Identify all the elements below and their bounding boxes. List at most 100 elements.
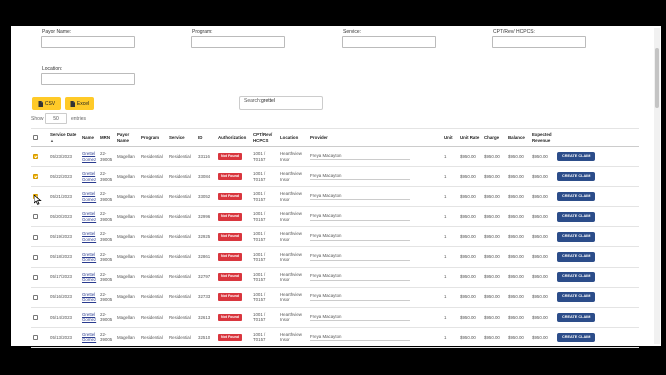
program-cell: Residential	[139, 226, 167, 248]
col-program[interactable]: Program	[139, 128, 167, 147]
create-claim-button[interactable]: CREATE CLAIM	[557, 272, 596, 282]
expected-revenue-cell: $950.00	[530, 246, 555, 268]
select-all-checkbox[interactable]	[33, 135, 38, 141]
patient-name-link[interactable]: Grettel Gomez	[82, 252, 96, 263]
payor-name-input[interactable]	[41, 36, 135, 48]
patient-name-link[interactable]: Grettel Gomez	[82, 151, 96, 162]
create-claim-button[interactable]: CREATE CLAIM	[557, 191, 596, 202]
patient-name-link[interactable]: Grettel Gomez	[82, 272, 96, 283]
authorization-badge: Not Found	[218, 273, 242, 281]
provider-cell: Freya Macayton	[308, 226, 442, 248]
unit-rate-cell: $950.00	[460, 254, 476, 260]
create-claim-button[interactable]: CREATE CLAIM	[557, 292, 596, 302]
col-balance[interactable]: Balance	[506, 128, 530, 147]
patient-name-link[interactable]: Grettel Gomez	[82, 211, 96, 222]
location-input[interactable]	[41, 73, 135, 85]
row-action-cell: CREATE CLAIM	[555, 166, 639, 188]
create-claim-button[interactable]: CREATE CLAIM	[557, 312, 596, 323]
col-name[interactable]: Name	[80, 128, 98, 147]
service-date-cell: 05/23/2023	[50, 153, 72, 159]
location-cell: Hearthview Insor	[278, 226, 308, 248]
col-location[interactable]: Location	[278, 128, 308, 147]
patient-name-link[interactable]: Grettel Gomez	[82, 332, 96, 343]
id-cell: 32510	[198, 334, 211, 340]
unit-rate-cell: $950.00	[458, 166, 482, 188]
mrn-cell: 22-39005	[100, 271, 113, 283]
select-all-header[interactable]	[31, 128, 48, 147]
balance-cell: $950.00	[506, 226, 530, 248]
col-unit-rate[interactable]: Unit Rate	[458, 128, 482, 147]
expected-revenue-cell: $950.00	[530, 186, 555, 208]
row-select-cell[interactable]	[31, 166, 48, 188]
patient-name-link[interactable]: Grettel Gomez	[82, 231, 96, 242]
row-checkbox[interactable]	[33, 154, 38, 160]
service-cell: Residential	[169, 314, 191, 320]
patient-name-cell: Grettel Gomez	[80, 186, 98, 208]
row-checkbox[interactable]	[33, 214, 38, 220]
page-size-select[interactable]: 50	[45, 113, 67, 124]
patient-name-link[interactable]: Grettel Gomez	[82, 292, 96, 303]
create-claim-button[interactable]: CREATE CLAIM	[557, 252, 596, 262]
row-select-cell[interactable]	[31, 145, 48, 168]
col-action	[555, 128, 639, 147]
excel-button[interactable]: Excel	[65, 97, 94, 110]
create-claim-button[interactable]: CREATE CLAIM	[557, 151, 596, 162]
mrn-cell: 22-39005	[98, 246, 115, 268]
row-checkbox[interactable]	[33, 334, 38, 340]
create-claim-button[interactable]: CREATE CLAIM	[557, 232, 596, 242]
row-select-cell[interactable]	[31, 246, 48, 268]
patient-name-link[interactable]: Grettel Gomez	[82, 171, 96, 182]
patient-name-link[interactable]: Grettel Gomez	[82, 312, 96, 323]
row-action-cell: CREATE CLAIM	[555, 145, 639, 168]
csv-button[interactable]: CSV	[32, 97, 61, 110]
create-claim-button[interactable]: CREATE CLAIM	[557, 212, 596, 222]
col-cpt[interactable]: CPT/Rev/ HCPCS	[251, 128, 278, 147]
row-checkbox[interactable]	[33, 254, 38, 260]
scrollbar-thumb[interactable]	[655, 48, 659, 108]
balance-cell: $950.00	[506, 326, 530, 348]
program-input[interactable]	[191, 36, 285, 48]
service-date-cell: 05/20/2023	[50, 214, 72, 220]
create-claim-button[interactable]: CREATE CLAIM	[557, 171, 596, 182]
provider-cell: Freya Macayton	[310, 253, 410, 261]
col-provider[interactable]: Provider	[308, 128, 442, 147]
row-select-cell[interactable]	[31, 286, 48, 308]
create-claim-button[interactable]: CREATE CLAIM	[557, 332, 596, 343]
row-select-cell[interactable]	[31, 226, 48, 248]
provider-cell: Freya Macayton	[310, 334, 410, 342]
unit-cell: 1	[442, 186, 458, 208]
payor-cell: Magellan	[117, 214, 135, 220]
col-payor-name[interactable]: Payor Name	[115, 128, 139, 147]
patient-name-link[interactable]: Grettel Gomez	[82, 191, 96, 202]
col-expected-revenue[interactable]: Expected Revenue	[530, 128, 555, 147]
service-cell: Residential	[167, 326, 196, 348]
col-mrn[interactable]: MRN	[98, 128, 115, 147]
cpt-cell: 1001 / T0157	[253, 191, 266, 202]
service-input[interactable]	[342, 36, 436, 48]
row-checkbox[interactable]	[33, 294, 38, 300]
service-date-cell: 05/21/2023	[48, 186, 80, 208]
row-select-cell[interactable]	[31, 206, 48, 228]
cpt-input[interactable]	[492, 36, 586, 48]
col-service[interactable]: Service	[167, 128, 196, 147]
mrn-cell: 22-39005	[98, 286, 115, 308]
row-checkbox[interactable]	[33, 274, 38, 280]
service-date-cell: 05/13/2023	[48, 326, 80, 348]
row-checkbox[interactable]	[33, 234, 38, 240]
col-unit[interactable]: Unit	[442, 128, 458, 147]
expected-revenue-cell: $950.00	[532, 214, 548, 220]
col-charge[interactable]: Charge	[482, 128, 506, 147]
col-service-date[interactable]: Service Date ▲	[48, 128, 80, 147]
col-id[interactable]: ID	[196, 128, 216, 147]
row-checkbox[interactable]	[33, 314, 38, 320]
expected-revenue-cell: $950.00	[532, 254, 548, 260]
id-cell: 32996	[196, 206, 216, 228]
payor-cell: Magellan	[117, 193, 135, 199]
row-select-cell[interactable]	[31, 306, 48, 328]
col-authorization[interactable]: Authorization	[216, 128, 251, 147]
row-select-cell[interactable]	[31, 326, 48, 348]
row-checkbox[interactable]	[33, 174, 38, 180]
charge-cell: $950.00	[482, 326, 506, 348]
row-select-cell[interactable]	[31, 266, 48, 288]
program-cell: Residential	[141, 294, 163, 300]
